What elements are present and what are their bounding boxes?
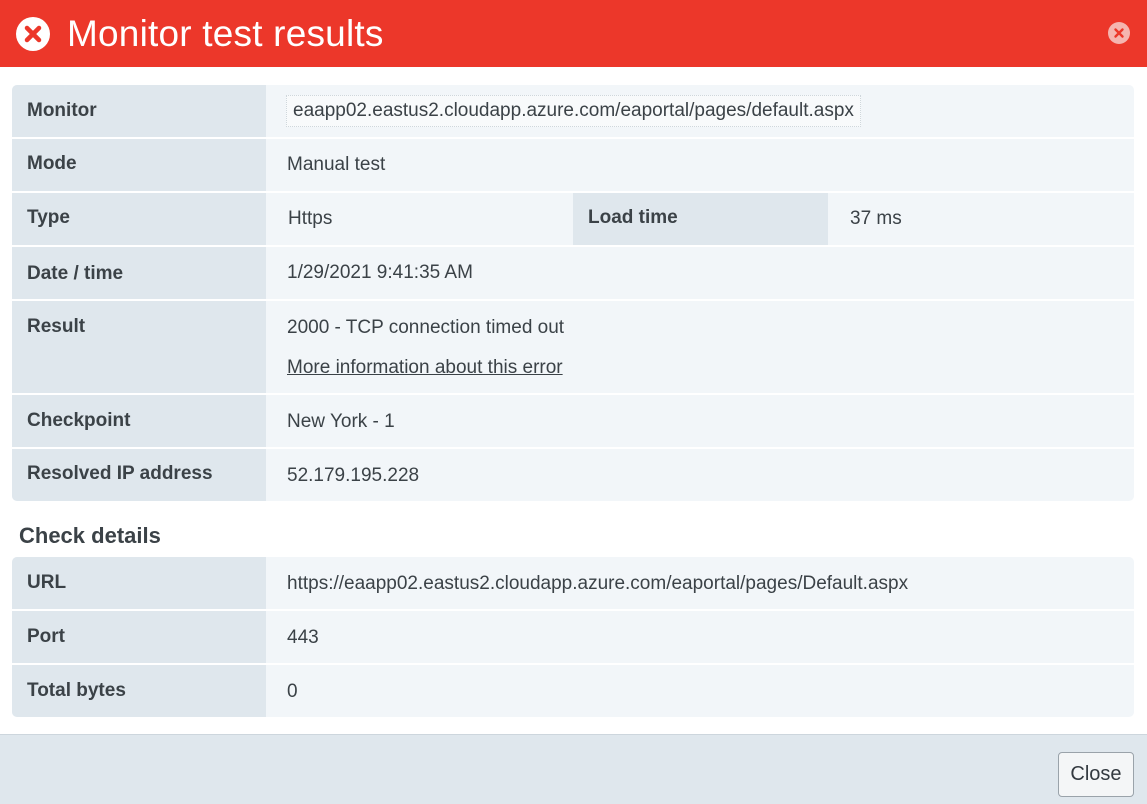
label-port: Port [12, 611, 266, 663]
label-datetime: Date / time [12, 247, 266, 299]
check-details-title: Check details [19, 523, 161, 548]
check-details-table: URL https://eaapp02.eastus2.cloudapp.azu… [12, 557, 1134, 717]
label-url: URL [12, 557, 266, 609]
row-ip: Resolved IP address 52.179.195.228 [12, 449, 1134, 501]
label-type: Type [12, 193, 266, 245]
label-result: Result [12, 301, 266, 393]
mode-value: Manual test [287, 154, 386, 175]
checkpoint-value: New York - 1 [287, 411, 395, 432]
monitor-value[interactable]: eaapp02.eastus2.cloudapp.azure.com/eapor… [286, 95, 861, 127]
row-port: Port 443 [12, 611, 1134, 665]
total-bytes-value: 0 [287, 681, 298, 702]
dialog-title: Monitor test results [67, 13, 384, 54]
type-value: Https [288, 208, 333, 229]
row-datetime: Date / time 1/29/2021 9:41:35 AM [12, 247, 1134, 301]
label-checkpoint: Checkpoint [12, 395, 266, 447]
label-total-bytes: Total bytes [12, 665, 266, 717]
monitor-details-table: Monitor eaapp02.eastus2.cloudapp.azure.c… [12, 85, 1134, 501]
label-mode: Mode [12, 139, 266, 191]
label-load-time: Load time [573, 193, 828, 245]
datetime-value: 1/29/2021 9:41:35 AM [287, 262, 473, 283]
row-total-bytes: Total bytes 0 [12, 665, 1134, 717]
load-time-value: 37 ms [850, 208, 902, 229]
close-circle-icon[interactable] [1108, 22, 1130, 44]
row-result: Result 2000 - TCP connection timed out M… [12, 301, 1134, 395]
label-ip: Resolved IP address [12, 449, 266, 501]
row-url: URL https://eaapp02.eastus2.cloudapp.azu… [12, 557, 1134, 611]
dialog-header: Monitor test results [0, 0, 1147, 67]
error-circle-x-icon [16, 17, 50, 51]
url-value: https://eaapp02.eastus2.cloudapp.azure.c… [287, 573, 909, 594]
row-monitor: Monitor eaapp02.eastus2.cloudapp.azure.c… [12, 85, 1134, 139]
dialog-footer: Close [0, 734, 1147, 804]
more-info-link[interactable]: More information about this error [287, 357, 563, 379]
row-checkpoint: Checkpoint New York - 1 [12, 395, 1134, 449]
result-value: 2000 - TCP connection timed out [287, 317, 565, 338]
label-monitor: Monitor [12, 85, 266, 137]
row-type: Type Https Load time 37 ms [12, 193, 1134, 247]
close-button[interactable]: Close [1058, 752, 1134, 797]
port-value: 443 [287, 627, 319, 648]
ip-value: 52.179.195.228 [287, 465, 420, 486]
row-mode: Mode Manual test [12, 139, 1134, 193]
